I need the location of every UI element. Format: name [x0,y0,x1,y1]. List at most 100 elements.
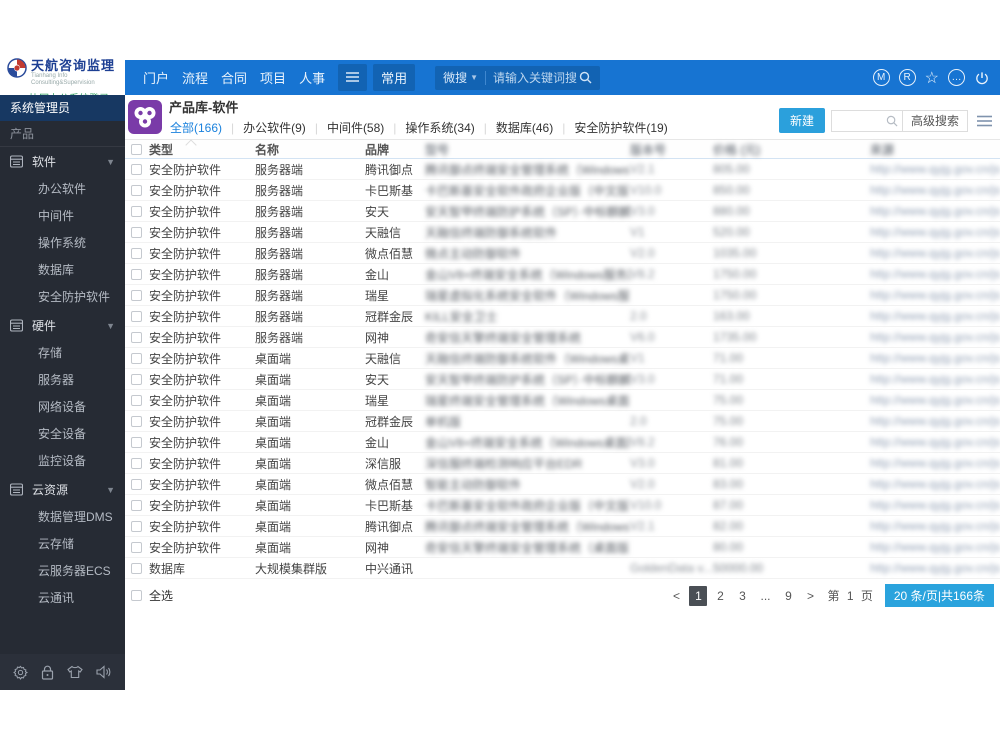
sidebar-item[interactable]: 云存储 [0,531,125,558]
table-search-input[interactable] [837,113,886,128]
apps-menu-button[interactable] [338,64,368,91]
tab-全部[interactable]: 全部(166) [169,119,223,136]
tab-办公软件[interactable]: 办公软件(9) [242,119,307,136]
row-checkbox[interactable] [131,373,142,385]
table-row[interactable]: 安全防护软件 服务器端 冠群金辰 KILL安全卫士 2.0 163.00 http://ww… [125,306,1000,327]
more-icon[interactable]: … [948,69,965,86]
row-checkbox[interactable] [131,247,142,259]
row-checkbox[interactable] [131,562,142,574]
nav-item-4[interactable]: 项目 [260,68,286,87]
tab-安全防护软件[interactable]: 安全防护软件(19) [573,119,668,136]
row-checkbox[interactable] [131,352,142,364]
m-badge-icon[interactable]: M [872,69,890,86]
per-page-summary[interactable]: 20 条/页|共166条 [884,584,994,607]
page-button-1[interactable]: 1 [689,585,708,606]
table-row[interactable]: 安全防护软件 服务器端 金山 金山V8+终端安全系统（Windows服务器版）增强V8… [125,264,1000,285]
sidebar-item[interactable]: 数据管理DMS [0,504,125,531]
nav-item-2[interactable]: 流程 [182,68,208,87]
cell-version: V10.0 [630,498,662,512]
page-button-3[interactable]: 3 [733,586,751,606]
row-checkbox[interactable] [131,268,142,280]
row-checkbox[interactable] [131,184,142,196]
sidebar-item[interactable]: 存储 [0,340,125,367]
sidebar-group-1[interactable]: 软件 ▼ [0,147,125,176]
tab-数据库[interactable]: 数据库(46) [495,119,554,136]
table-row[interactable]: 安全防护软件 服务器端 腾讯御点腾讯御点终端安全管理系统（Windows版）V2.1… [125,159,1000,180]
row-checkbox[interactable] [131,478,142,490]
sidebar-item[interactable]: 操作系统 [0,230,125,257]
theme-icon[interactable] [67,665,83,679]
table-row[interactable]: 安全防护软件 服务器端 网神 奇安信天擎终端安全管理系统 V6.0 1735.00 http… [125,327,1000,348]
table-row[interactable]: 安全防护软件 桌面端 微点佰慧 智能主动防御软件 V2.0 83.00 http://www… [125,474,1000,495]
nav-item-3[interactable]: 合同 [221,68,247,87]
sidebar-item[interactable]: 办公软件 [0,176,125,203]
nav-item-1[interactable]: 门户 [143,68,169,87]
row-checkbox[interactable] [131,394,142,406]
sidebar-item[interactable]: 安全设备 [0,421,125,448]
tab-操作系统[interactable]: 操作系统(34) [404,119,475,136]
page-prev-button[interactable]: < [667,586,685,606]
table-row[interactable]: 安全防护软件 桌面端 金山 金山V8+终端安全系统（Windows桌面版） V8.2 76… [125,432,1000,453]
table-row[interactable]: 安全防护软件 桌面端 卡巴斯基卡巴斯基安全软件政府企业版（中文版 V10.0 ·四年… [125,495,1000,516]
row-checkbox[interactable] [131,226,142,238]
sidebar-group-2[interactable]: 硬件 ▼ [0,311,125,340]
page-button-2[interactable]: 2 [711,586,729,606]
sound-icon[interactable] [96,665,112,679]
select-all[interactable]: 全选 [131,587,173,604]
row-checkbox[interactable] [131,205,142,217]
advanced-search-button[interactable]: 高级搜索 [901,109,968,132]
table-row[interactable]: 安全防护软件 服务器端 瑞星 瑞星虚拟化系统安全软件（Windows服务器版） 1750… [125,285,1000,306]
page-next-button[interactable]: > [802,586,820,606]
header-checkbox[interactable] [131,143,142,155]
row-checkbox[interactable] [131,541,142,553]
table-row[interactable]: 安全防护软件 桌面端 天融信 天融信终端防御系统软件（Windows桌面版）V1V1 7… [125,348,1000,369]
table-row[interactable]: 安全防护软件 服务器端 安天 安天智甲终端防护系统（SP）·中标麒麟系统专用V3.0 8… [125,201,1000,222]
table-row[interactable]: 安全防护软件 桌面端 网神 奇安信天擎终端安全管理系统（桌面版） 80.00 http:/… [125,537,1000,558]
sidebar-item[interactable]: 云服务器ECS [0,558,125,585]
table-row[interactable]: 安全防护软件 服务器端 卡巴斯基卡巴斯基安全软件政府企业版（中文版 V10.0 四年… [125,180,1000,201]
table-row[interactable]: 安全防护软件 服务器端 微点佰慧 微点主动防御软件 V2.0 1035.00 http://… [125,243,1000,264]
table-row[interactable]: 安全防护软件 桌面端 安天 安天智甲终端防护系统（SP）·中标麒麟桌面版V3.0 71.… [125,369,1000,390]
sidebar-item[interactable]: 云通讯 [0,585,125,612]
page-button-9[interactable]: 9 [780,586,798,606]
table-row[interactable]: 安全防护软件 桌面端 腾讯御点腾讯御点终端安全管理系统（Windows版）V2.1V… [125,516,1000,537]
sidebar-item[interactable]: 中间件 [0,203,125,230]
list-view-icon[interactable] [977,115,992,127]
lock-icon[interactable] [41,665,54,680]
tab-中间件[interactable]: 中间件(58) [326,119,385,136]
row-checkbox[interactable] [131,310,142,322]
table-row[interactable]: 安全防护软件 服务器端 天融信 天融信终端防御系统软件 V1 520.00 http://w… [125,222,1000,243]
row-checkbox[interactable] [131,457,142,469]
table-row[interactable]: 安全防护软件 桌面端 深信服 深信服终端检测响应平台EDR V3.0 81.00 http:… [125,453,1000,474]
r-badge-icon[interactable]: R [898,69,916,86]
search-scope-dropdown[interactable]: 微搜 ▼ [443,69,478,86]
row-checkbox[interactable] [131,289,142,301]
search-icon[interactable] [886,115,898,127]
nav-item-favorites[interactable]: 常用 [373,64,416,91]
row-checkbox[interactable] [131,163,142,175]
sidebar-item[interactable]: 安全防护软件 [0,284,125,311]
sidebar-item[interactable]: 服务器 [0,367,125,394]
new-button[interactable]: 新建 [778,108,825,133]
table-row[interactable]: 安全防护软件 桌面端 冠群金辰 单机版 2.0 75.00 http://www.qyjg.… [125,411,1000,432]
global-search-input[interactable] [493,70,580,85]
favorites-star-icon[interactable]: ☆ [925,68,939,88]
sidebar-item[interactable]: 网络设备 [0,394,125,421]
row-checkbox[interactable] [131,436,142,448]
row-checkbox[interactable] [131,499,142,511]
search-icon[interactable] [579,71,592,84]
sidebar-section-product[interactable]: 产品 [0,121,125,147]
power-icon[interactable] [974,70,990,86]
select-all-checkbox[interactable] [131,590,142,601]
sidebar-item[interactable]: 监控设备 [0,448,125,475]
nav-item-5[interactable]: 人事 [299,68,325,87]
table-row[interactable]: 数据库 大规模集群版 中兴通讯 GoldenData v... 50000.00 http… [125,558,1000,579]
row-checkbox[interactable] [131,520,142,532]
row-checkbox[interactable] [131,331,142,343]
settings-icon[interactable] [13,665,28,680]
sidebar-item[interactable]: 数据库 [0,257,125,284]
cell-version: GoldenData v... [630,561,713,575]
row-checkbox[interactable] [131,415,142,427]
table-row[interactable]: 安全防护软件 桌面端 瑞星 瑞星终端安全管理系统（Windows桌面版） 75.00 ht… [125,390,1000,411]
sidebar-group-3[interactable]: 云资源 ▼ [0,475,125,504]
